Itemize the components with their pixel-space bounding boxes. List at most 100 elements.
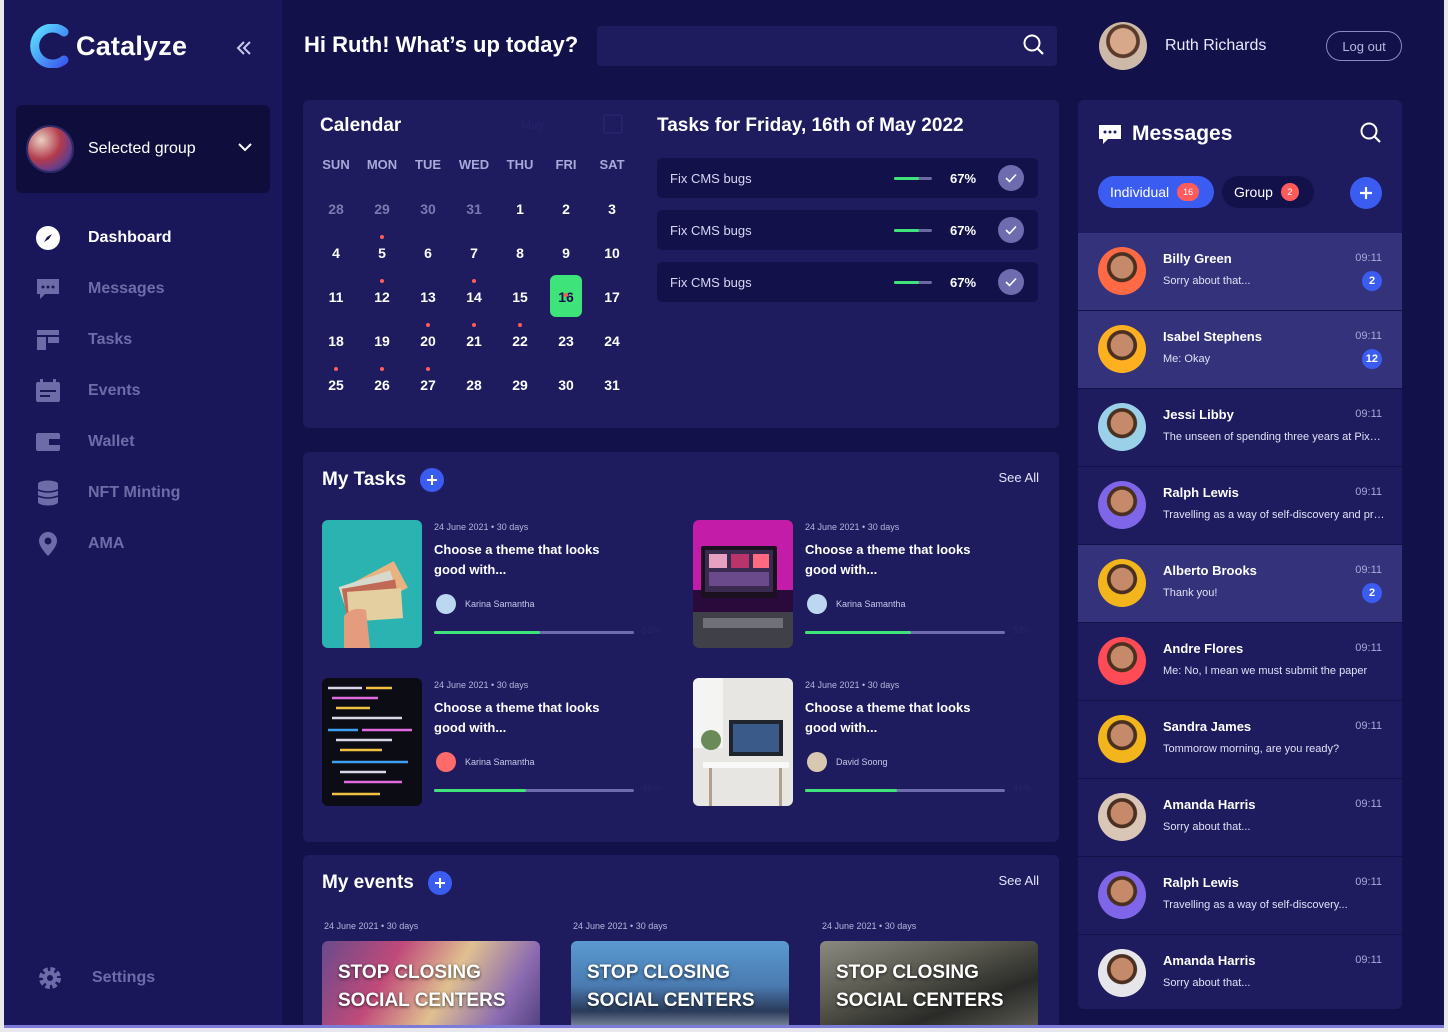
calendar-day[interactable]: 8 — [497, 245, 543, 289]
check-icon[interactable] — [998, 217, 1024, 243]
new-message-button[interactable] — [1350, 177, 1382, 209]
check-icon[interactable] — [998, 165, 1024, 191]
calendar-day[interactable]: 1 — [497, 201, 543, 245]
calendar-day[interactable]: 30 — [543, 377, 589, 421]
contact-avatar — [1098, 949, 1146, 997]
see-all-tasks-link[interactable]: See All — [999, 470, 1039, 485]
calendar-day[interactable]: 23 — [543, 333, 589, 377]
day-number: 14 — [466, 289, 482, 305]
calendar-day[interactable]: 3 — [589, 201, 635, 245]
task-card[interactable]: 24 June 2021 • 30 days Choose a theme th… — [322, 520, 662, 650]
day-number: 31 — [466, 201, 482, 217]
group-selector-label: Selected group — [88, 140, 196, 157]
calendar-day-today[interactable]: 16 — [543, 275, 589, 333]
task-progress-bar — [805, 789, 1005, 792]
search-icon[interactable] — [1023, 34, 1045, 61]
message-item[interactable]: Isabel Stephens Me: Okay 09:11 12 — [1078, 311, 1402, 389]
month-select[interactable]: May — [521, 118, 544, 132]
collapse-sidebar-icon[interactable] — [236, 36, 252, 62]
task-card[interactable]: 24 June 2021 • 30 days Choose a theme th… — [693, 678, 1033, 808]
contact-name: Billy Green — [1163, 251, 1232, 266]
calendar-day[interactable]: 31 — [589, 377, 635, 421]
event-card[interactable]: 24 June 2021 • 30 days STOP CLOSING SOCI… — [322, 921, 540, 1025]
search-input[interactable] — [597, 26, 1057, 66]
calendar-day[interactable]: 6 — [405, 245, 451, 289]
event-dot — [426, 323, 430, 327]
message-item[interactable]: Amanda Harris Sorry about that... 09:11 — [1078, 779, 1402, 857]
calendar-day[interactable]: 4 — [313, 245, 359, 289]
calendar-icon[interactable] — [603, 114, 623, 134]
event-dot — [380, 279, 384, 283]
weekday-label: WED — [458, 157, 490, 172]
sidebar-item-messages[interactable]: Messages — [34, 263, 180, 314]
task-card[interactable]: 24 June 2021 • 30 days Choose a theme th… — [693, 520, 1033, 650]
contact-avatar — [1098, 715, 1146, 763]
sidebar-item-wallet[interactable]: Wallet — [34, 416, 180, 467]
calendar-day[interactable]: 28 — [313, 201, 359, 245]
calendar-day[interactable]: 12 — [359, 279, 405, 333]
task-card[interactable]: 24 June 2021 • 30 days Choose a theme th… — [322, 678, 662, 808]
sidebar-item-dashboard[interactable]: Dashboard — [34, 212, 180, 263]
day-number: 4 — [332, 245, 340, 261]
day-number: 13 — [420, 289, 436, 305]
sidebar-item-tasks[interactable]: Tasks — [34, 314, 180, 365]
calendar-day[interactable]: 25 — [313, 367, 359, 421]
calendar-day[interactable]: 30 — [405, 201, 451, 245]
message-item[interactable]: Ralph Lewis Travelling as a way of self-d… — [1078, 467, 1402, 545]
location-icon — [34, 530, 62, 558]
add-task-button[interactable] — [420, 468, 445, 492]
sidebar-item-settings[interactable]: Settings — [36, 964, 155, 992]
daily-task-row[interactable]: Fix CMS bugs 67% — [657, 262, 1038, 302]
sidebar-item-ama[interactable]: AMA — [34, 518, 180, 569]
task-progress-percent: 46% — [642, 783, 661, 793]
calendar-week: 25 26 27 28 29 30 31 — [313, 367, 635, 421]
calendar-day[interactable]: 27 — [405, 367, 451, 421]
user-avatar[interactable] — [1099, 22, 1147, 70]
event-card[interactable]: 24 June 2021 • 30 days STOP CLOSING SOCI… — [571, 921, 789, 1025]
logout-button[interactable]: Log out — [1326, 31, 1402, 61]
add-event-button[interactable] — [427, 871, 452, 895]
daily-task-row[interactable]: Fix CMS bugs 67% — [657, 158, 1038, 198]
daily-task-row[interactable]: Fix CMS bugs 67% — [657, 210, 1038, 250]
sidebar-item-events[interactable]: Events — [34, 365, 180, 416]
task-image — [693, 520, 793, 648]
unread-count-badge: 12 — [1361, 349, 1382, 369]
message-time: 09:11 — [1355, 564, 1382, 576]
message-item[interactable]: Ralph Lewis Travelling as a way of self-d… — [1078, 857, 1402, 935]
tab-individual[interactable]: Individual 16 — [1098, 176, 1214, 208]
unread-badge: 16 — [1177, 183, 1200, 201]
message-item[interactable]: Alberto Brooks Thank you! 09:11 2 — [1078, 545, 1402, 623]
check-icon[interactable] — [998, 269, 1024, 295]
message-item[interactable]: Billy Green Sorry about that... 09:11 2 — [1078, 233, 1402, 311]
calendar-day[interactable]: 11 — [313, 289, 359, 333]
sidebar-item-nft-minting[interactable]: NFT Minting — [34, 467, 180, 518]
day-number-text: 1 — [516, 201, 524, 217]
calendar-day[interactable]: 22 — [497, 323, 543, 377]
calendar-day[interactable]: 24 — [589, 333, 635, 377]
event-title-line: STOP CLOSING — [836, 962, 979, 983]
message-item[interactable]: Andre Flores Me: No, I mean we must submi… — [1078, 623, 1402, 701]
logo[interactable]: Catalyze — [30, 23, 187, 69]
search-icon[interactable] — [1360, 122, 1382, 149]
event-dot — [334, 367, 338, 371]
task-progress-percent: 53% — [642, 625, 661, 635]
message-item[interactable]: Sandra James Tommorow morning, are you re… — [1078, 701, 1402, 779]
calendar-day[interactable]: 10 — [589, 245, 635, 289]
sidebar: Catalyze Selected group Dashboard Messag… — [4, 0, 282, 1025]
calendar-day[interactable]: 26 — [359, 367, 405, 421]
calendar-day[interactable]: 28 — [451, 377, 497, 421]
message-item[interactable]: Jessi Libby The unseen of spending three … — [1078, 389, 1402, 467]
contact-avatar — [1098, 403, 1146, 451]
see-all-events-link[interactable]: See All — [999, 873, 1039, 888]
event-card[interactable]: 24 June 2021 • 30 days STOP CLOSING SOCI… — [820, 921, 1038, 1025]
tab-group[interactable]: Group 2 — [1222, 176, 1314, 208]
task-title: Choose a theme that looks good with... — [805, 700, 971, 735]
group-selector[interactable]: Selected group — [16, 105, 270, 193]
calendar-day[interactable]: 31 — [451, 201, 497, 245]
message-item[interactable]: Amanda Harris Sorry about that... 09:11 — [1078, 935, 1402, 1009]
day-number-text: 16 — [558, 289, 574, 305]
calendar-day[interactable]: 2 — [543, 201, 589, 245]
calendar-day[interactable]: 29 — [497, 377, 543, 421]
calendar-day[interactable]: 17 — [589, 289, 635, 333]
calendar-day[interactable]: 21 — [451, 323, 497, 377]
